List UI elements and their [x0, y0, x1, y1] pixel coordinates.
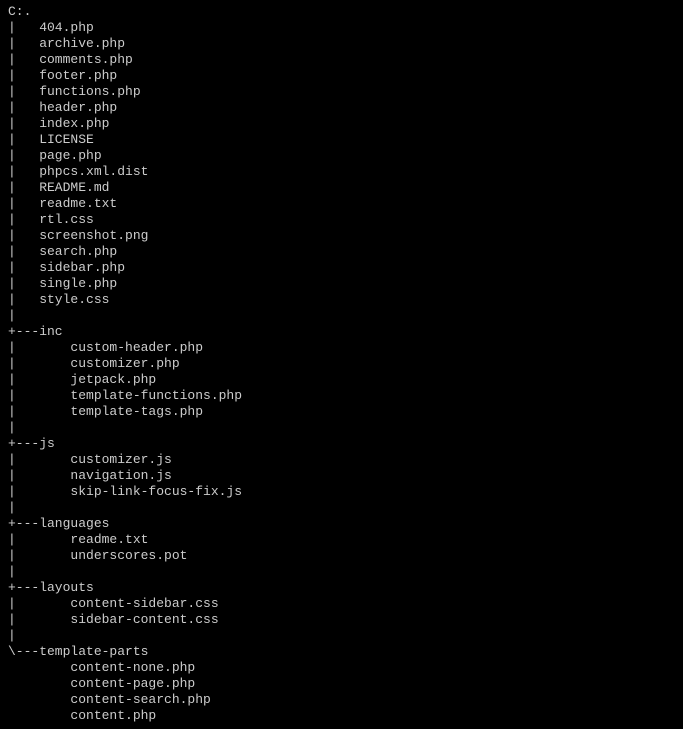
directory-tree-output: C:. | 404.php | archive.php | comments.p… [8, 4, 675, 724]
